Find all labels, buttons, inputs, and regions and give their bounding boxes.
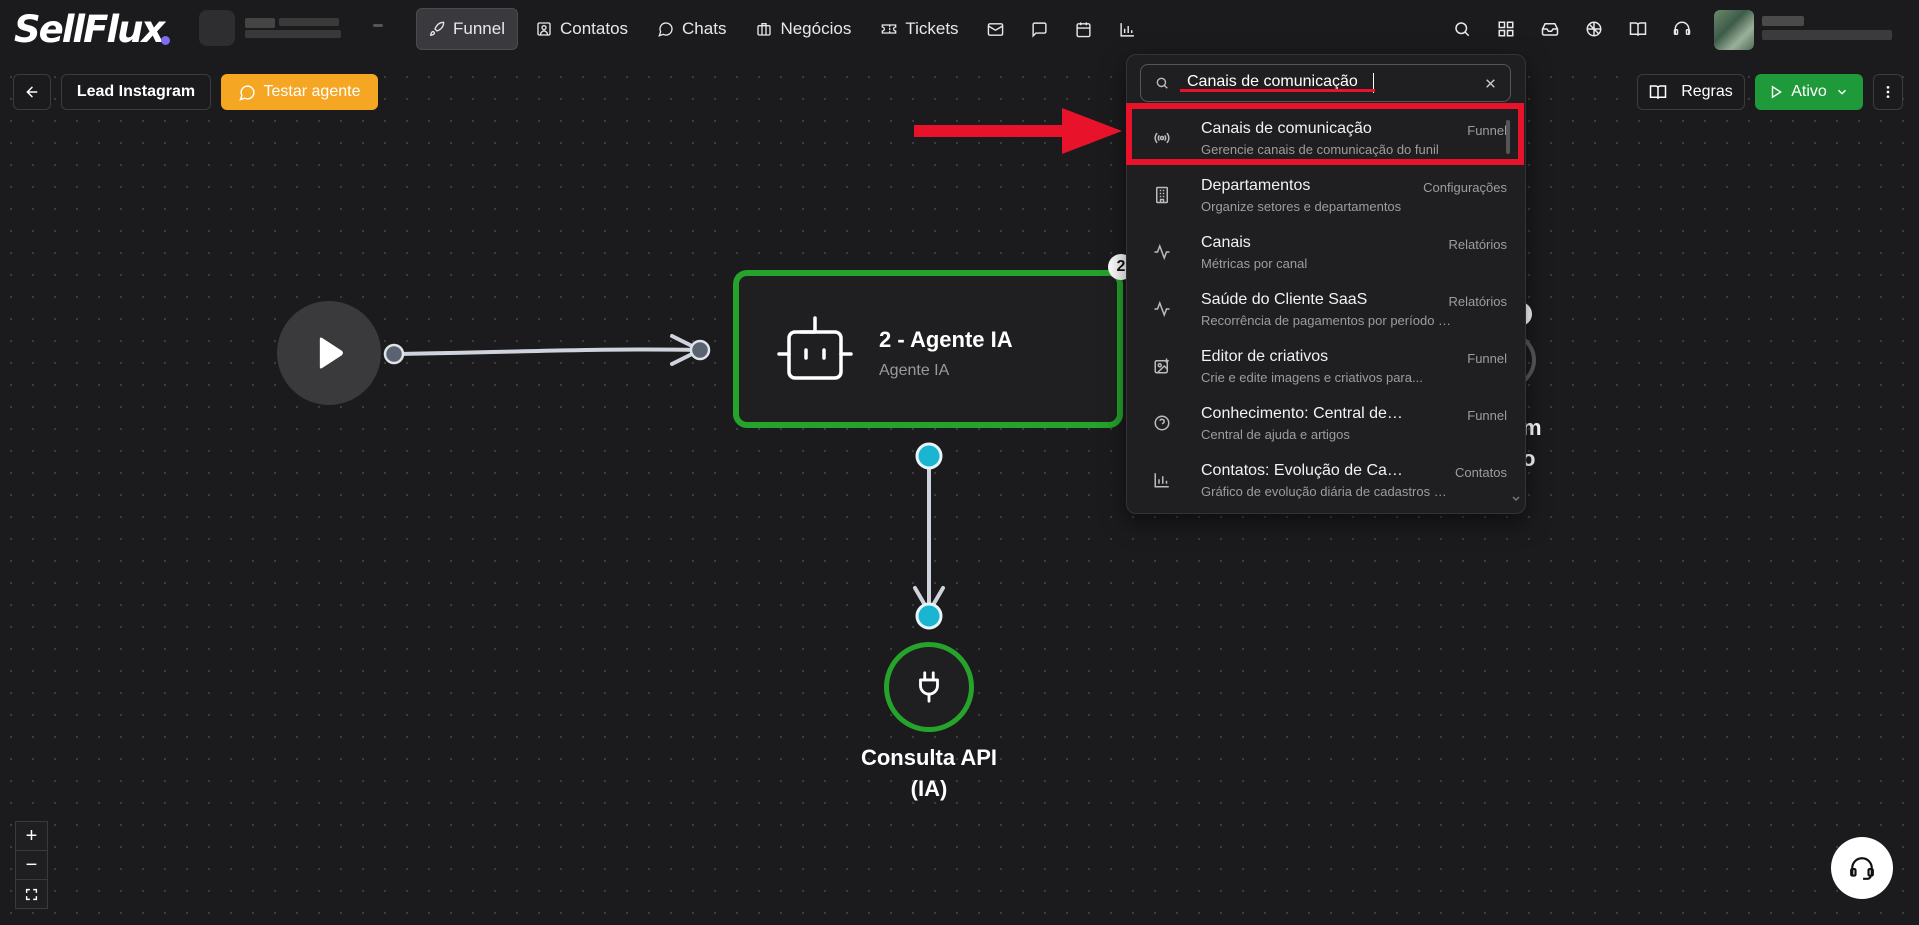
building-icon (1156, 186, 1168, 204)
close-icon (1486, 79, 1495, 88)
plug-icon (919, 671, 939, 703)
red-arrow-annotation (914, 108, 1122, 154)
search-result[interactable]: Contatos: Evolução de Cadastr... Gráfico… (1133, 455, 1507, 507)
result-subtitle: Central de ajuda e artigos (1201, 427, 1350, 442)
result-category: Configurações (1423, 180, 1507, 195)
robot-icon (775, 314, 855, 386)
api-node-label: Consulta API (IA) (845, 742, 1013, 804)
scroll-down-indicator[interactable] (1511, 495, 1521, 503)
result-subtitle: Organize setores e departamentos (1201, 199, 1402, 214)
api-node-label-line1: Consulta API (860, 745, 998, 770)
result-category: Funnel (1467, 351, 1507, 366)
result-subtitle: Crie e edite imagens e criativos para... (1201, 370, 1423, 385)
api-node-label-line2: (IA) (910, 776, 948, 801)
support-chat-button[interactable] (1831, 837, 1893, 899)
result-title: Canais (1201, 234, 1251, 251)
zoom-in-button[interactable]: + (16, 822, 47, 851)
result-category: Relatórios (1448, 237, 1507, 252)
result-subtitle: Recorrência de pagamentos por período co… (1201, 313, 1453, 328)
result-title: Departamentos (1201, 177, 1311, 194)
start-node[interactable] (277, 301, 381, 405)
search-input[interactable]: Canais de comunicação (1140, 64, 1511, 102)
zoom-controls: + − (15, 821, 48, 909)
headset-icon (1850, 857, 1874, 880)
result-category: Relatórios (1448, 294, 1507, 309)
fit-view-icon (25, 888, 38, 900)
search-result[interactable]: Saúde do Cliente SaaS Recorrência de pag… (1133, 284, 1507, 336)
result-subtitle: Métricas por canal (1201, 256, 1308, 271)
help-circle-icon (1154, 415, 1170, 431)
agent-node-subtitle: Agente IA (879, 362, 950, 379)
highlight-underline (1180, 89, 1375, 92)
highlight-box (1126, 103, 1524, 165)
result-title: Contatos: Evolução de Cadastr... (1201, 462, 1403, 479)
api-input-handle (915, 602, 943, 630)
search-result[interactable]: Departamentos Organize setores e departa… (1133, 170, 1507, 222)
search-result[interactable]: Conhecimento: Central de Ajuda Central d… (1133, 398, 1507, 450)
result-subtitle: Gráfico de evolução diária de cadastros … (1201, 484, 1453, 499)
result-category: Contatos (1454, 465, 1507, 480)
activity-icon (1154, 300, 1170, 318)
search-icon (1156, 77, 1168, 89)
agent-output-handle (915, 442, 943, 470)
result-title: Editor de criativos (1201, 348, 1329, 365)
agent-input-handle (689, 339, 711, 361)
activity-icon (1154, 243, 1170, 261)
start-handle (383, 343, 405, 365)
result-title: Conhecimento: Central de Ajuda (1201, 405, 1403, 422)
fit-view-button[interactable] (16, 880, 47, 908)
agent-node-title: 2 - Agente IA (879, 327, 1013, 352)
bar-chart-icon (1154, 473, 1169, 488)
api-node[interactable] (884, 642, 974, 732)
result-title: Saúde do Cliente SaaS (1201, 291, 1368, 308)
result-category: Funnel (1467, 408, 1507, 423)
search-result[interactable]: Editor de criativos Crie e edite imagens… (1133, 341, 1507, 393)
search-result[interactable]: Canais Métricas por canal Relatórios (1133, 227, 1507, 279)
image-edit-icon (1154, 358, 1169, 374)
play-icon (319, 337, 343, 369)
zoom-out-button[interactable]: − (16, 851, 47, 880)
agent-node[interactable]: 2 - Agente IA Agente IA (733, 270, 1123, 428)
